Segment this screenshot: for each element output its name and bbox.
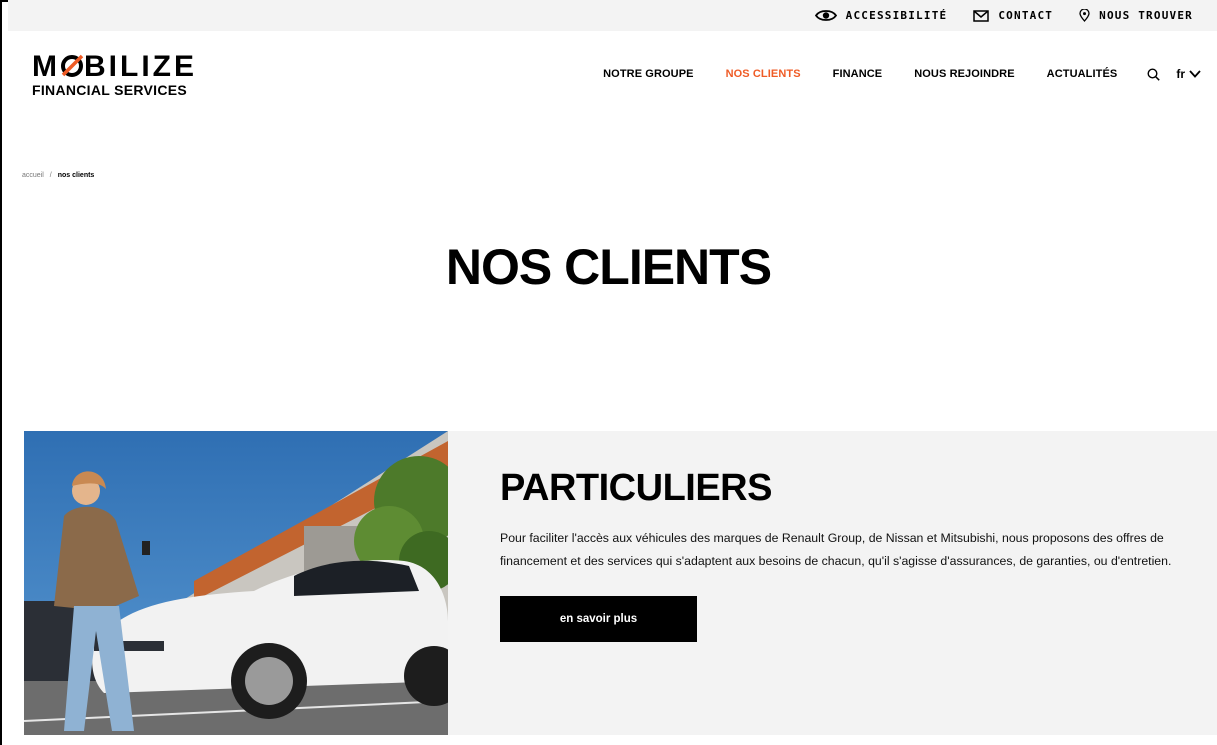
language-selector[interactable]: fr — [1176, 67, 1201, 81]
nav-item-nous-rejoindre[interactable]: NOUS REJOINDRE — [914, 68, 1014, 80]
page-title: NOS CLIENTS — [445, 239, 772, 295]
contact-label: CONTACT — [998, 9, 1054, 22]
particuliers-card: PARTICULIERS Pour faciliter l'accès aux … — [24, 431, 1217, 735]
search-icon — [1147, 67, 1161, 81]
find-us-link[interactable]: NOUS TROUVER — [1079, 9, 1193, 22]
accessibility-link[interactable]: ACCESSIBILITÉ — [814, 9, 948, 22]
utility-bar: ACCESSIBILITÉ CONTACT NOUS TROUVER — [8, 0, 1217, 31]
card-body: PARTICULIERS Pour faciliter l'accès aux … — [448, 431, 1217, 735]
logo-wordmark: M BILIZE — [32, 50, 197, 83]
card-description: Pour faciliter l'accès aux véhicules des… — [500, 531, 1172, 568]
accessibility-label: ACCESSIBILITÉ — [845, 9, 948, 22]
nav-item-finance[interactable]: FINANCE — [833, 68, 883, 80]
logo-o-slash — [60, 53, 84, 81]
mobilize-logo[interactable]: M BILIZE FINANCIAL SERVICES — [32, 50, 197, 99]
logo-subtitle: FINANCIAL SERVICES — [32, 82, 188, 98]
chevron-down-icon — [1189, 70, 1201, 78]
eye-icon — [814, 10, 837, 21]
card-title: PARTICULIERS — [500, 467, 772, 509]
card-image — [24, 431, 448, 735]
search-button[interactable] — [1147, 67, 1161, 81]
breadcrumb-separator: / — [49, 172, 52, 179]
main-nav: NOTRE GROUPE NOS CLIENTS FINANCE NOUS RE… — [571, 67, 1201, 81]
language-label: fr — [1176, 67, 1185, 81]
nav-item-notre-groupe[interactable]: NOTRE GROUPE — [603, 68, 693, 80]
contact-link[interactable]: CONTACT — [973, 9, 1053, 22]
nav-item-actualites[interactable]: ACTUALITÉS — [1047, 68, 1118, 80]
nav-item-nos-clients[interactable]: NOS CLIENTS — [726, 68, 801, 80]
mail-icon — [973, 9, 990, 22]
breadcrumb-current: nos clients — [57, 172, 95, 179]
find-us-label: NOUS TROUVER — [1099, 9, 1193, 22]
site-header: M BILIZE FINANCIAL SERVICES NOTRE GROUPE … — [8, 31, 1217, 121]
location-pin-icon — [1079, 9, 1090, 22]
car-and-person-illustration — [24, 431, 448, 735]
breadcrumb-home[interactable]: accueil — [22, 172, 44, 179]
breadcrumb: accueil / nos clients — [22, 172, 94, 179]
logo-letter-m: M — [32, 50, 60, 83]
learn-more-button[interactable]: en savoir plus — [500, 596, 697, 642]
logo-letters-bilize: BILIZE — [84, 50, 197, 83]
